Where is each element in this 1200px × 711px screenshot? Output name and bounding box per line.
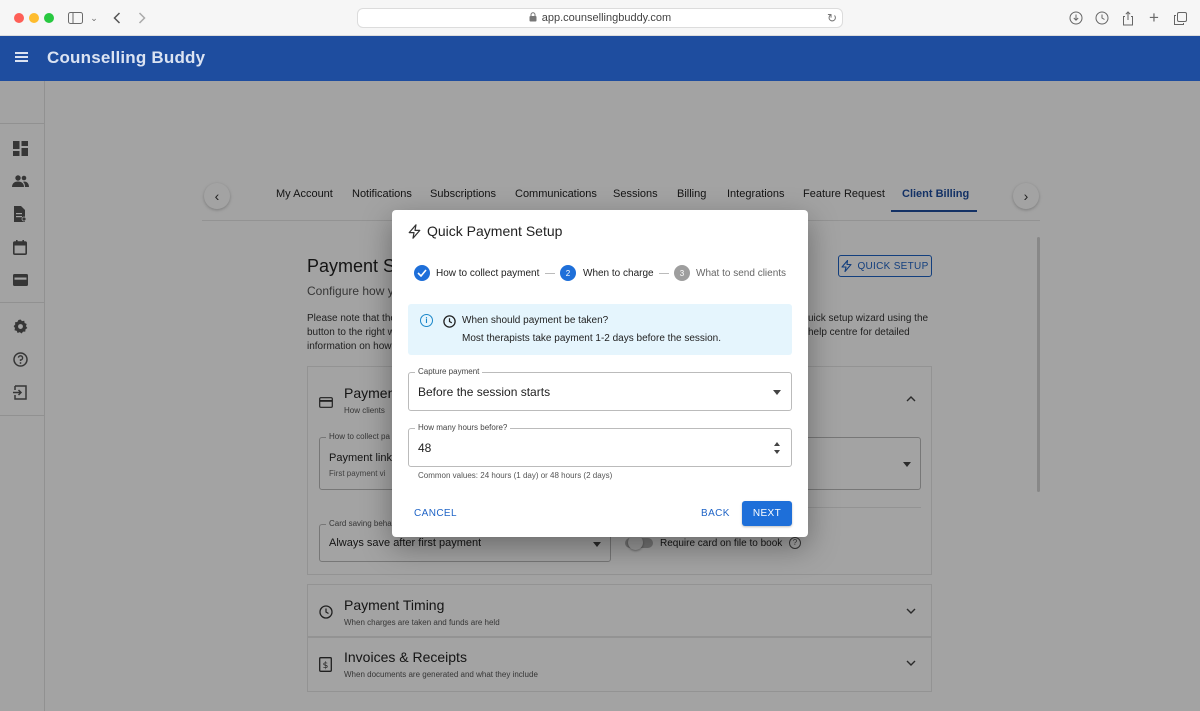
browser-toolbar: ⌄ app.counsellingbuddy.com ↻ + [0, 0, 1200, 36]
number-stepper-icon[interactable] [773, 442, 781, 454]
url-text: app.counsellingbuddy.com [541, 12, 672, 24]
quick-payment-setup-dialog: Quick Payment Setup How to collect payme… [392, 210, 808, 537]
cancel-button[interactable]: CANCEL [414, 508, 457, 519]
back-arrow-icon[interactable] [110, 9, 124, 27]
app-title: Counselling Buddy [47, 48, 206, 67]
step-2-number: 2 [560, 265, 576, 281]
step-2-label: When to charge [583, 268, 654, 279]
app-header: Counselling Buddy [0, 36, 1200, 81]
hours-help-text: Common values: 24 hours (1 day) or 48 ho… [418, 471, 613, 480]
address-bar[interactable]: app.counsellingbuddy.com ↻ [357, 8, 843, 28]
tabs-overview-icon[interactable] [1172, 9, 1188, 27]
reload-icon[interactable]: ↻ [827, 11, 837, 25]
step-3-label: What to send clients [696, 268, 787, 279]
close-window-button[interactable] [14, 13, 24, 23]
new-tab-icon[interactable]: + [1146, 8, 1162, 27]
info-title: When should payment be taken? [462, 315, 609, 326]
step-3-number: 3 [674, 265, 690, 281]
field-value: 48 [418, 441, 432, 455]
modal-backdrop-side[interactable] [0, 81, 45, 711]
lock-icon [529, 11, 537, 25]
sidebar-toggle-icon[interactable] [67, 9, 83, 27]
info-text: Most therapists take payment 1-2 days be… [462, 333, 722, 344]
bolt-icon [408, 224, 422, 240]
step-connector [545, 273, 555, 274]
info-icon: i [420, 314, 433, 327]
chevron-down-icon[interactable]: ⌄ [89, 9, 99, 27]
zoom-window-button[interactable] [44, 13, 54, 23]
step-connector [659, 273, 669, 274]
forward-arrow-icon[interactable] [135, 9, 149, 27]
dropdown-arrow-icon [773, 390, 781, 395]
share-icon[interactable] [1120, 9, 1136, 27]
hours-before-input[interactable]: How many hours before? 48 [408, 423, 792, 467]
minimize-window-button[interactable] [29, 13, 39, 23]
field-label: Capture payment [415, 367, 483, 376]
back-button[interactable]: BACK [701, 508, 730, 519]
step-1-label: How to collect payment [436, 268, 540, 279]
download-icon[interactable] [1068, 9, 1084, 27]
capture-payment-select[interactable]: Capture payment Before the session start… [408, 367, 792, 411]
field-label: How many hours before? [415, 423, 511, 432]
field-value: Before the session starts [418, 385, 551, 399]
menu-icon[interactable] [15, 52, 28, 62]
history-icon[interactable] [1094, 9, 1110, 27]
dialog-title: Quick Payment Setup [427, 223, 563, 239]
info-alert: i When should payment be taken? Most the… [408, 304, 792, 355]
clock-icon [443, 315, 456, 328]
next-button[interactable]: NEXT [742, 501, 792, 526]
step-1-check-icon [414, 265, 430, 281]
